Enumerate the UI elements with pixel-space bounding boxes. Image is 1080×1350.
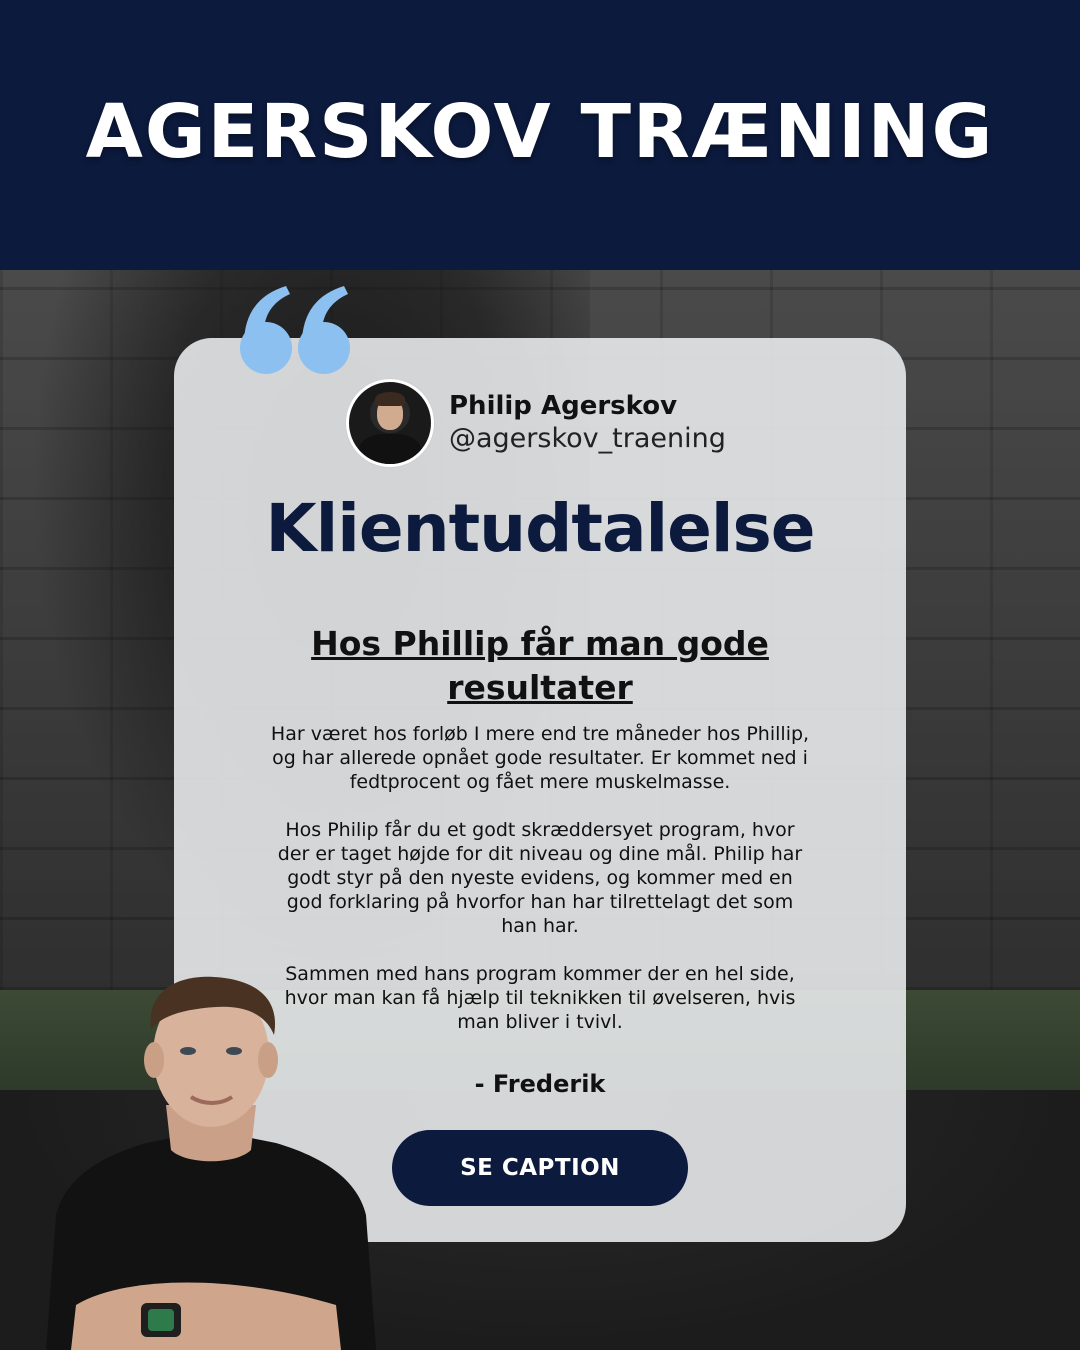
header-bar: AGERSKOV TRÆNING bbox=[0, 0, 1080, 270]
profile-text: Philip Agerskov @agerskov_traening bbox=[449, 390, 726, 456]
see-caption-button[interactable]: SE CAPTION bbox=[392, 1130, 688, 1206]
avatar bbox=[346, 379, 434, 467]
profile-row: Philip Agerskov @agerskov_traening bbox=[346, 379, 726, 467]
profile-name: Philip Agerskov bbox=[449, 391, 678, 421]
card-heading: Klientudtalelse bbox=[265, 490, 815, 567]
quote-icon bbox=[240, 286, 350, 374]
testimonial-paragraph: Har været hos forløb I mere end tre måne… bbox=[270, 723, 810, 793]
profile-handle: @agerskov_traening bbox=[449, 423, 726, 454]
trainer-portrait bbox=[46, 976, 376, 1350]
brand-title: AGERSKOV TRÆNING bbox=[85, 89, 995, 175]
testimonial-paragraph: Hos Philip får du et godt skræddersyet p… bbox=[277, 819, 803, 937]
card-subheading: Hos Phillip får man gode resultater bbox=[311, 624, 769, 707]
